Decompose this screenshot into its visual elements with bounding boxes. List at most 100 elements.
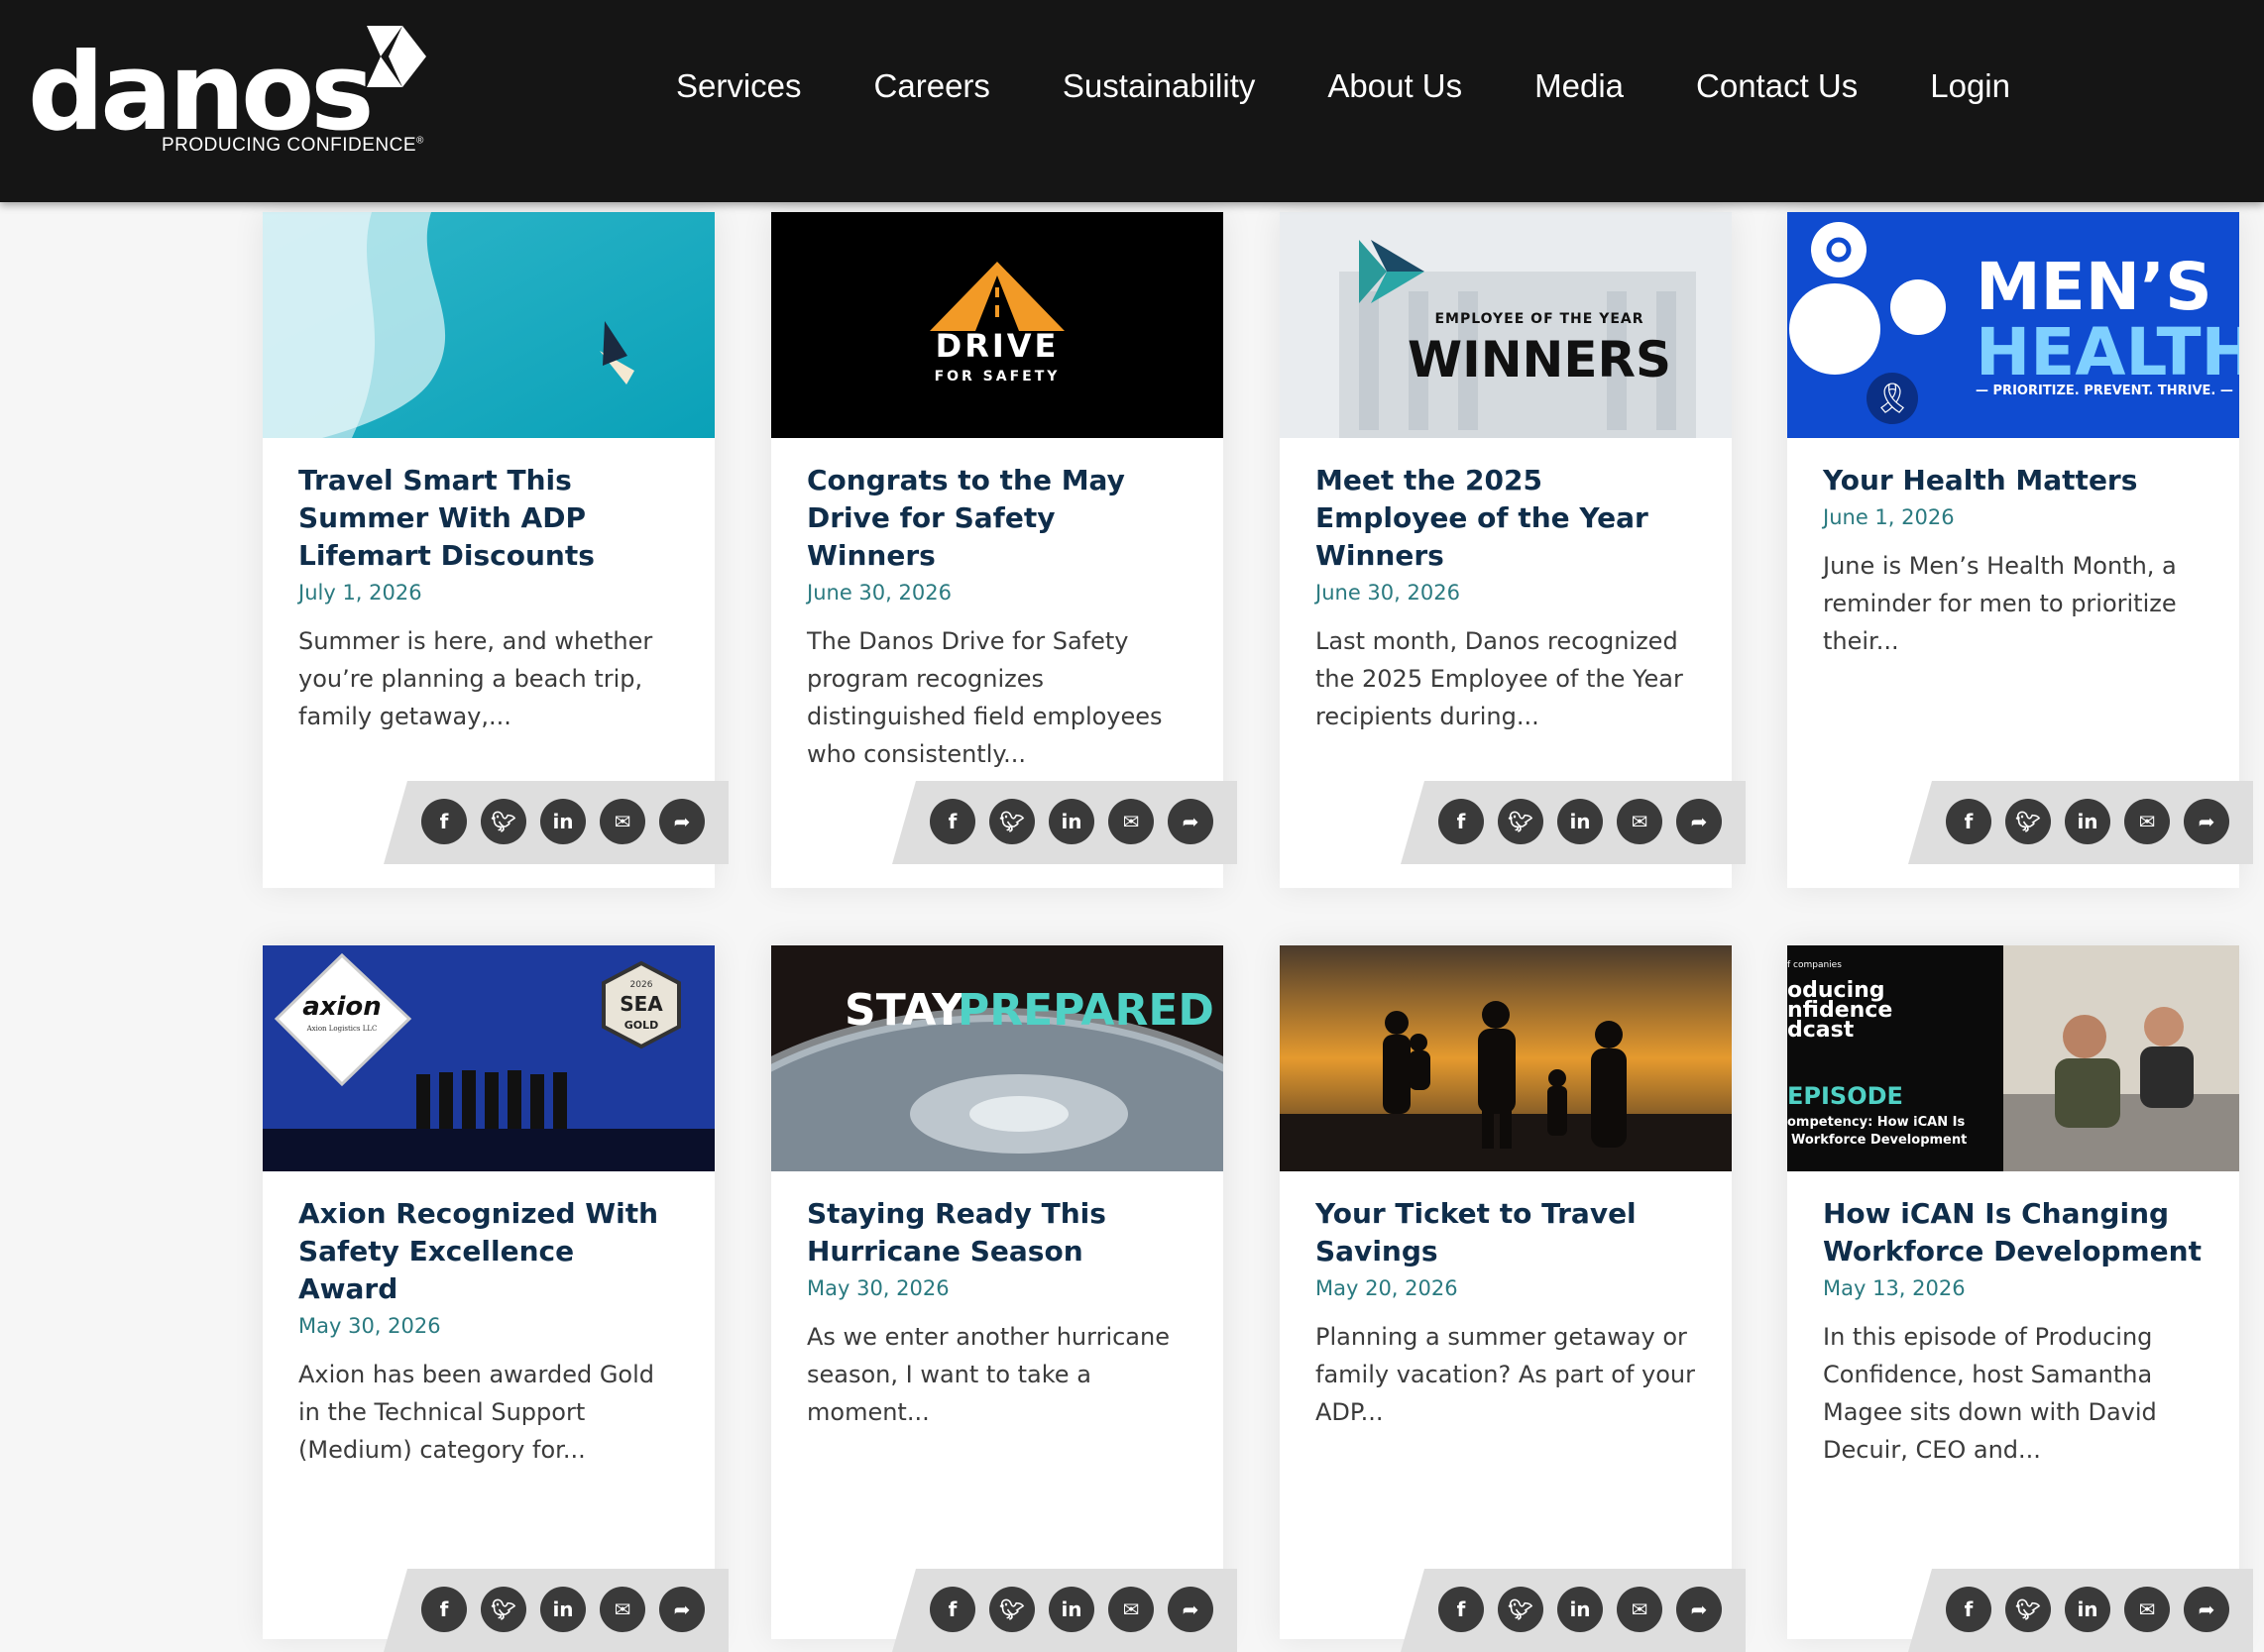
card-date: June 1, 2026 bbox=[1823, 505, 1955, 529]
danos-logo[interactable]: danos PRODUCING CONFIDENCE® bbox=[28, 26, 444, 165]
share-icon[interactable]: ➦ bbox=[1168, 799, 1213, 844]
card-image-axion-award[interactable]: axion Axion Logistics LLC 2026 SEA GOLD bbox=[263, 945, 715, 1171]
card-title[interactable]: Your Health Matters bbox=[1823, 462, 2204, 499]
linkedin-icon[interactable]: in bbox=[1557, 799, 1603, 844]
logo-arrow-icon bbox=[367, 26, 426, 87]
image-text-pod-0: f companies bbox=[1787, 960, 1842, 970]
nav-sustainability[interactable]: Sustainability bbox=[1063, 65, 1255, 108]
news-card[interactable]: DRIVE FOR SAFETY Congrats to the May Dri… bbox=[771, 212, 1237, 888]
share-bar: f 🐦︎ in ✉ ➦ bbox=[892, 781, 1237, 864]
logo-wordmark: danos bbox=[28, 31, 375, 155]
card-date: July 1, 2026 bbox=[298, 581, 422, 605]
news-card[interactable]: STAY PREPARED Staying Ready This Hurrica… bbox=[771, 945, 1237, 1652]
nav-about-us[interactable]: About Us bbox=[1327, 65, 1462, 108]
main-nav: Services Careers Sustainability About Us… bbox=[676, 65, 2083, 108]
linkedin-icon[interactable]: in bbox=[540, 799, 586, 844]
facebook-icon[interactable]: f bbox=[1438, 1587, 1484, 1632]
card-excerpt: Summer is here, and whether you’re plann… bbox=[298, 627, 653, 730]
image-text-drive: DRIVE bbox=[936, 327, 1060, 365]
share-icon[interactable]: ➦ bbox=[1168, 1587, 1213, 1632]
image-text-stay: STAY bbox=[845, 985, 964, 1036]
card-title[interactable]: Meet the 2025 Employee of the Year Winne… bbox=[1315, 462, 1696, 575]
email-icon[interactable]: ✉ bbox=[2124, 1587, 2170, 1632]
twitter-icon[interactable]: 🐦︎ bbox=[2005, 799, 2051, 844]
card-title[interactable]: How iCAN Is Changing Workforce Developme… bbox=[1823, 1195, 2204, 1270]
news-card[interactable]: f companies oducing nfidence dcast EPISO… bbox=[1787, 945, 2253, 1652]
share-icon[interactable]: ➦ bbox=[1676, 1587, 1722, 1632]
news-card[interactable]: EMPLOYEE OF THE YEAR WINNERS Meet the 20… bbox=[1280, 212, 1746, 888]
card-excerpt: Last month, Danos recognized the 2025 Em… bbox=[1315, 627, 1683, 730]
card-title[interactable]: Axion Recognized With Safety Excellence … bbox=[298, 1195, 679, 1308]
share-bar: f 🐦︎ in ✉ ➦ bbox=[1401, 1569, 1746, 1652]
card-image-employee-year[interactable]: EMPLOYEE OF THE YEAR WINNERS bbox=[1280, 212, 1732, 438]
card-date: May 30, 2026 bbox=[298, 1314, 441, 1338]
linkedin-icon[interactable]: in bbox=[2065, 1587, 2110, 1632]
share-icon[interactable]: ➦ bbox=[1676, 799, 1722, 844]
card-excerpt: In this episode of Producing Confidence,… bbox=[1823, 1323, 2157, 1464]
image-text-pod-3: dcast bbox=[1787, 1018, 1855, 1043]
image-text-pod-6: Workforce Development bbox=[1791, 1133, 1967, 1148]
linkedin-icon[interactable]: in bbox=[1049, 799, 1094, 844]
twitter-icon[interactable]: 🐦︎ bbox=[1498, 1587, 1543, 1632]
email-icon[interactable]: ✉ bbox=[600, 799, 645, 844]
card-excerpt: The Danos Drive for Safety program recog… bbox=[807, 627, 1163, 768]
facebook-icon[interactable]: f bbox=[421, 799, 467, 844]
nav-contact-us[interactable]: Contact Us bbox=[1696, 65, 1858, 108]
nav-login[interactable]: Login bbox=[1930, 65, 2010, 108]
linkedin-icon[interactable]: in bbox=[2065, 799, 2110, 844]
facebook-icon[interactable]: f bbox=[1946, 1587, 1991, 1632]
twitter-icon[interactable]: 🐦︎ bbox=[1498, 799, 1543, 844]
share-icon[interactable]: ➦ bbox=[2184, 799, 2229, 844]
linkedin-icon[interactable]: in bbox=[1557, 1587, 1603, 1632]
card-image-ocean[interactable] bbox=[263, 212, 715, 438]
news-card[interactable]: Your Ticket to Travel Savings May 20, 20… bbox=[1280, 945, 1746, 1652]
facebook-icon[interactable]: f bbox=[1438, 799, 1484, 844]
linkedin-icon[interactable]: in bbox=[540, 1587, 586, 1632]
news-card[interactable]: 🎗︎ MEN’S HEALTH — PRIORITIZE. PREVENT. T… bbox=[1787, 212, 2253, 888]
facebook-icon[interactable]: f bbox=[930, 799, 975, 844]
image-text-pod-5: ompetency: How iCAN Is bbox=[1787, 1115, 1965, 1130]
nav-media[interactable]: Media bbox=[1534, 65, 1624, 108]
share-icon[interactable]: ➦ bbox=[659, 1587, 705, 1632]
card-title[interactable]: Staying Ready This Hurricane Season bbox=[807, 1195, 1188, 1270]
image-text-winners: WINNERS bbox=[1408, 331, 1671, 388]
news-card[interactable]: axion Axion Logistics LLC 2026 SEA GOLD … bbox=[263, 945, 729, 1652]
share-bar: f 🐦︎ in ✉ ➦ bbox=[384, 1569, 729, 1652]
twitter-icon[interactable]: 🐦︎ bbox=[989, 1587, 1035, 1632]
share-icon[interactable]: ➦ bbox=[2184, 1587, 2229, 1632]
email-icon[interactable]: ✉ bbox=[2124, 799, 2170, 844]
card-title[interactable]: Your Ticket to Travel Savings bbox=[1315, 1195, 1696, 1270]
email-icon[interactable]: ✉ bbox=[1108, 799, 1154, 844]
nav-services[interactable]: Services bbox=[676, 65, 802, 108]
card-date: May 30, 2026 bbox=[807, 1276, 950, 1300]
card-image-family-sunset[interactable] bbox=[1280, 945, 1732, 1171]
linkedin-icon[interactable]: in bbox=[1049, 1587, 1094, 1632]
card-title[interactable]: Travel Smart This Summer With ADP Lifema… bbox=[298, 462, 679, 575]
card-date: June 30, 2026 bbox=[1315, 581, 1460, 605]
card-excerpt: As we enter another hurricane season, I … bbox=[807, 1323, 1170, 1426]
card-excerpt: Planning a summer getaway or family vaca… bbox=[1315, 1323, 1695, 1426]
card-image-podcast[interactable]: f companies oducing nfidence dcast EPISO… bbox=[1787, 945, 2239, 1171]
card-excerpt: June is Men’s Health Month, a reminder f… bbox=[1823, 552, 2177, 655]
share-icon[interactable]: ➦ bbox=[659, 799, 705, 844]
facebook-icon[interactable]: f bbox=[1946, 799, 1991, 844]
nav-careers[interactable]: Careers bbox=[874, 65, 990, 108]
card-image-drive-safety[interactable]: DRIVE FOR SAFETY bbox=[771, 212, 1223, 438]
card-image-mens-health[interactable]: 🎗︎ MEN’S HEALTH — PRIORITIZE. PREVENT. T… bbox=[1787, 212, 2239, 438]
email-icon[interactable]: ✉ bbox=[1617, 1587, 1662, 1632]
twitter-icon[interactable]: 🐦︎ bbox=[989, 799, 1035, 844]
card-title[interactable]: Congrats to the May Drive for Safety Win… bbox=[807, 462, 1188, 575]
image-text-axion-sub: Axion Logistics LLC bbox=[306, 1025, 378, 1033]
share-bar: f 🐦︎ in ✉ ➦ bbox=[1908, 1569, 2253, 1652]
facebook-icon[interactable]: f bbox=[421, 1587, 467, 1632]
news-card[interactable]: Travel Smart This Summer With ADP Lifema… bbox=[263, 212, 729, 888]
twitter-icon[interactable]: 🐦︎ bbox=[481, 1587, 526, 1632]
image-text-prioritize: — PRIORITIZE. PREVENT. THRIVE. — bbox=[1976, 384, 2233, 398]
email-icon[interactable]: ✉ bbox=[600, 1587, 645, 1632]
facebook-icon[interactable]: f bbox=[930, 1587, 975, 1632]
card-image-hurricane[interactable]: STAY PREPARED bbox=[771, 945, 1223, 1171]
twitter-icon[interactable]: 🐦︎ bbox=[2005, 1587, 2051, 1632]
email-icon[interactable]: ✉ bbox=[1108, 1587, 1154, 1632]
twitter-icon[interactable]: 🐦︎ bbox=[481, 799, 526, 844]
email-icon[interactable]: ✉ bbox=[1617, 799, 1662, 844]
